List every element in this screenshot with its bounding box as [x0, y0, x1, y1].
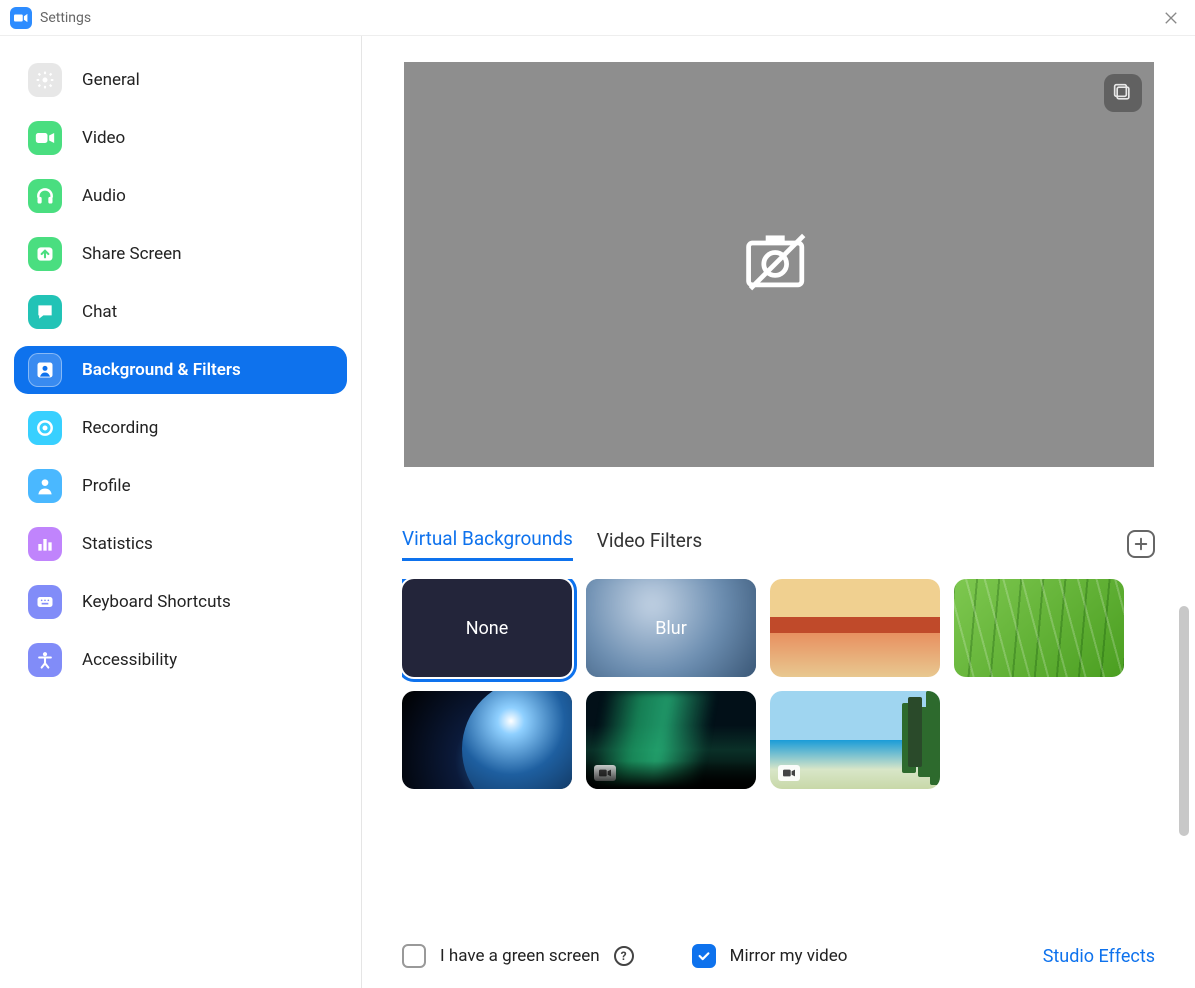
sidebar-item-label: Accessibility [82, 650, 177, 670]
rotate-camera-button[interactable] [1104, 74, 1142, 112]
sidebar-item-general[interactable]: General [14, 56, 347, 104]
options-row: I have a green screen ? Mirror my video … [402, 924, 1155, 968]
camera-off-icon [741, 228, 817, 302]
tile-label: None [466, 618, 509, 639]
scrollbar-thumb[interactable] [1179, 606, 1189, 836]
sidebar-item-share-screen[interactable]: Share Screen [14, 230, 347, 278]
sidebar-item-label: Recording [82, 418, 158, 438]
person-icon [28, 469, 62, 503]
sidebar-item-label: Profile [82, 476, 131, 496]
main-content: Virtual Backgrounds Video Filters None B… [362, 36, 1195, 988]
background-tile-image[interactable] [770, 579, 940, 677]
background-tile-video[interactable] [770, 691, 940, 789]
record-icon [28, 411, 62, 445]
close-button[interactable] [1157, 4, 1185, 32]
app-icon [10, 7, 32, 29]
background-tile-none[interactable]: None [402, 579, 572, 677]
sidebar-item-accessibility[interactable]: Accessibility [14, 636, 347, 684]
mirror-video-label: Mirror my video [730, 946, 848, 966]
video-badge-icon [594, 765, 616, 781]
sidebar-item-label: General [82, 70, 140, 90]
video-preview [404, 62, 1154, 467]
keyboard-icon [28, 585, 62, 619]
sidebar-item-video[interactable]: Video [14, 114, 347, 162]
green-screen-checkbox[interactable] [402, 944, 426, 968]
share-screen-icon [28, 237, 62, 271]
video-badge-icon [778, 765, 800, 781]
sidebar-item-recording[interactable]: Recording [14, 404, 347, 452]
sidebar-item-background-filters[interactable]: Background & Filters [14, 346, 347, 394]
sidebar-item-audio[interactable]: Audio [14, 172, 347, 220]
sidebar-item-label: Keyboard Shortcuts [82, 592, 231, 612]
sidebar-item-keyboard-shortcuts[interactable]: Keyboard Shortcuts [14, 578, 347, 626]
sidebar-item-statistics[interactable]: Statistics [14, 520, 347, 568]
window-title: Settings [40, 10, 91, 26]
sidebar-item-label: Background & Filters [82, 360, 241, 380]
background-tile-image[interactable] [954, 579, 1124, 677]
chat-bubble-icon [28, 295, 62, 329]
accessibility-icon [28, 643, 62, 677]
mirror-video-checkbox[interactable] [692, 944, 716, 968]
title-bar: Settings [0, 0, 1195, 36]
background-tile-blur[interactable]: Blur [586, 579, 756, 677]
video-camera-icon [28, 121, 62, 155]
tab-virtual-backgrounds[interactable]: Virtual Backgrounds [402, 527, 573, 561]
sidebar-item-chat[interactable]: Chat [14, 288, 347, 336]
sidebar-item-label: Share Screen [82, 244, 182, 264]
studio-effects-link[interactable]: Studio Effects [1043, 946, 1155, 967]
gear-icon [28, 63, 62, 97]
green-screen-label: I have a green screen [440, 946, 600, 966]
tile-label: Blur [655, 618, 687, 639]
sidebar-item-label: Chat [82, 302, 117, 322]
help-icon[interactable]: ? [614, 946, 634, 966]
add-background-button[interactable] [1127, 530, 1155, 558]
background-tile-video[interactable] [586, 691, 756, 789]
background-grid: None Blur [402, 579, 1155, 789]
sidebar-item-label: Audio [82, 186, 126, 206]
sidebar-item-label: Statistics [82, 534, 153, 554]
background-icon [28, 353, 62, 387]
sidebar-item-label: Video [82, 128, 125, 148]
tab-video-filters[interactable]: Video Filters [597, 529, 702, 560]
headphones-icon [28, 179, 62, 213]
sidebar-item-profile[interactable]: Profile [14, 462, 347, 510]
sidebar: General Video Audio Share Screen Chat [0, 36, 362, 988]
bar-chart-icon [28, 527, 62, 561]
background-tile-image[interactable] [402, 691, 572, 789]
tabs-row: Virtual Backgrounds Video Filters [402, 527, 1155, 561]
